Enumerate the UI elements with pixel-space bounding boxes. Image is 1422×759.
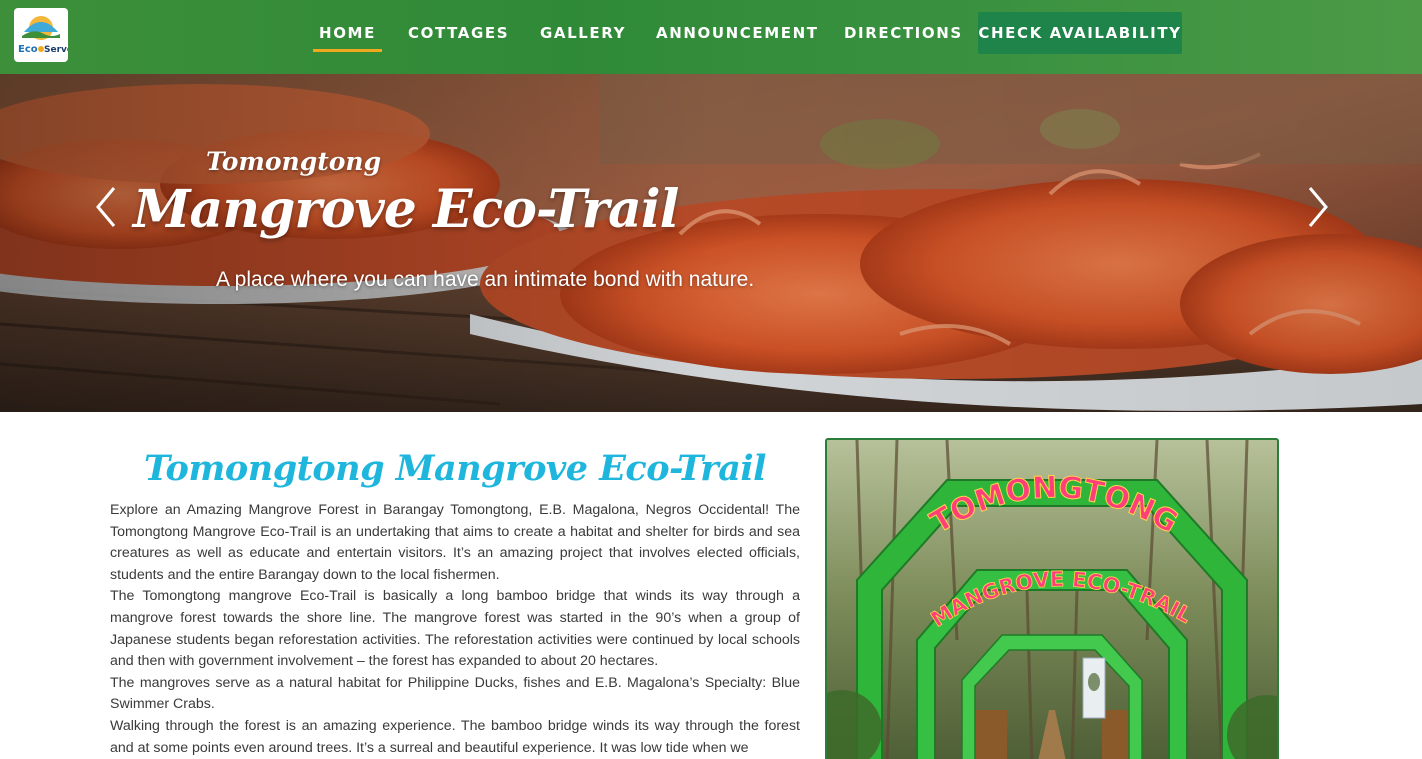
nav-gallery[interactable]: GALLERY: [540, 12, 624, 54]
hero-kicker: Tomongtong: [206, 147, 382, 176]
nav-home[interactable]: HOME: [313, 12, 382, 54]
logo-graphic: Eco Serve: [18, 16, 68, 55]
paragraph-bridge: The Tomongtong mangrove Eco-Trail is bas…: [110, 588, 800, 670]
hero-title: Mangrove Eco-Trail: [133, 179, 679, 240]
chevron-right-icon: [1308, 187, 1328, 227]
hero-subtitle: A place where you can have an intimate b…: [216, 268, 755, 291]
section-title: Tomongtong Mangrove Eco-Trail: [144, 448, 766, 489]
paragraph-intro: Explore an Amazing Mangrove Forest in Ba…: [110, 502, 800, 583]
hero-slider: Tomongtong Mangrove Eco-Trail A place wh…: [0, 74, 1422, 412]
chevron-left-icon: [96, 187, 116, 227]
paragraph-experience: Walking through the forest is an amazing…: [110, 717, 800, 756]
hero-background-image: [0, 74, 1422, 412]
check-availability-button[interactable]: CHECK AVAILABILITY: [978, 12, 1182, 54]
slider-prev-button[interactable]: [92, 184, 122, 230]
logo-text-eco: Eco: [18, 44, 38, 55]
nav-directions[interactable]: DIRECTIONS: [844, 12, 961, 54]
mangrove-arch-photo: TOMONGTONG MANGROVE ECO-TRAIL: [825, 438, 1279, 759]
slider-next-button[interactable]: [1302, 184, 1332, 230]
section-body: Explore an Amazing Mangrove Forest in Ba…: [110, 500, 800, 759]
paragraph-habitat: The mangroves serve as a natural habitat…: [110, 674, 800, 713]
top-navbar: Eco Serve HOME COTTAGES GALLERY ANNOUNCE…: [0, 0, 1422, 74]
nav-cottages[interactable]: COTTAGES: [408, 12, 508, 54]
ecoserve-logo[interactable]: Eco Serve: [14, 8, 68, 62]
nav-announcement[interactable]: ANNOUNCEMENT: [656, 12, 817, 54]
logo-text-serve: Serve: [44, 45, 68, 55]
mangrove-arch-image: TOMONGTONG MANGROVE ECO-TRAIL: [827, 440, 1277, 759]
